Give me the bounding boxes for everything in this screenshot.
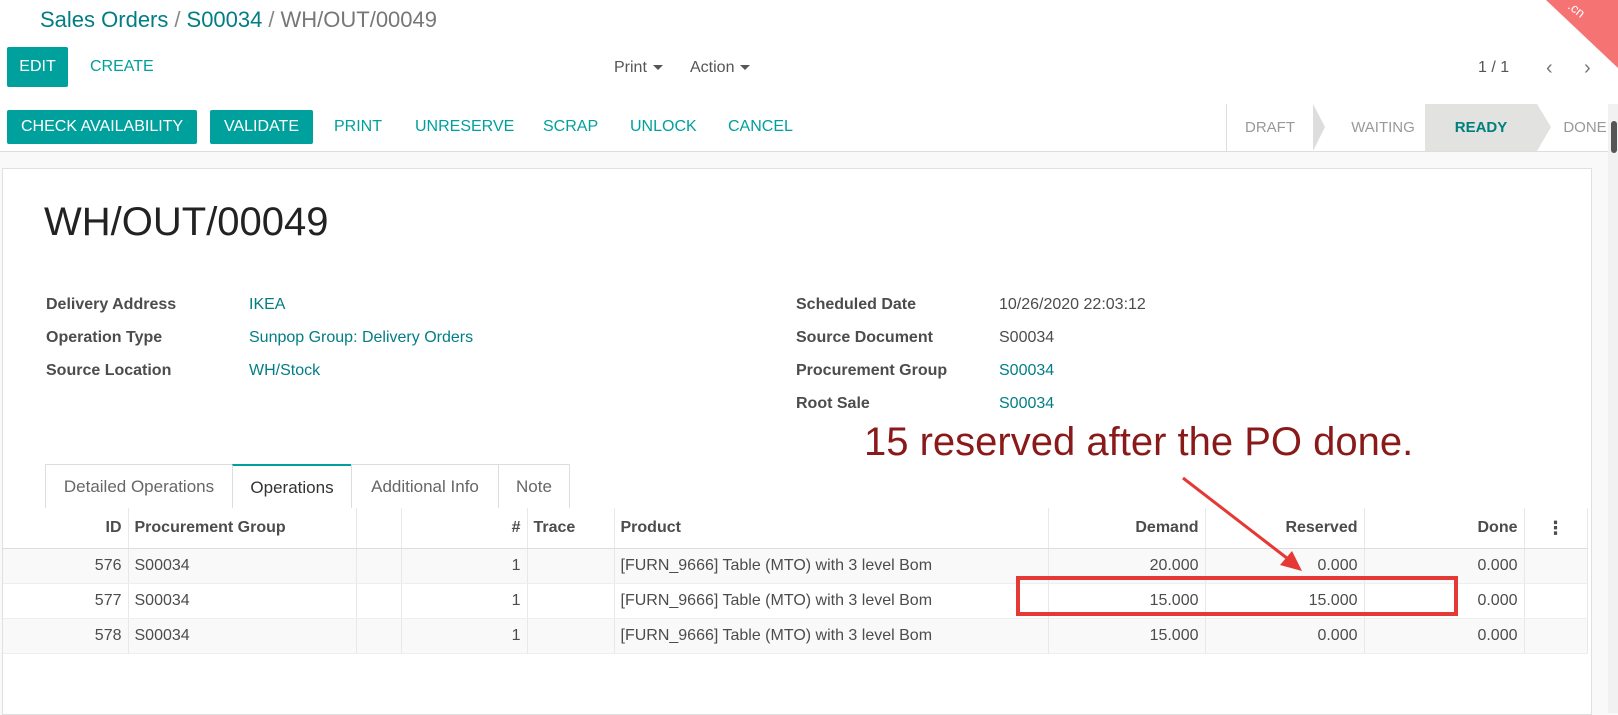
arrow-shaft — [1182, 476, 1293, 564]
annotation-arrow — [1182, 476, 1302, 571]
